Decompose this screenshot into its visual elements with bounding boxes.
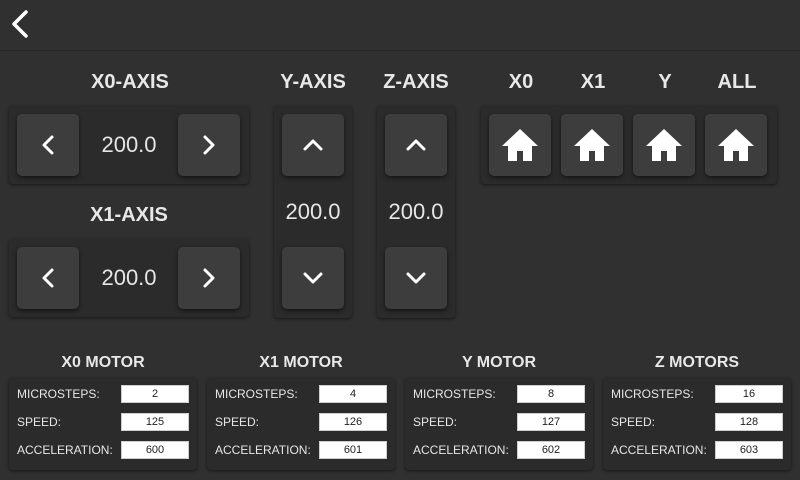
microsteps-label: MICROSTEPS: — [611, 387, 694, 401]
back-button[interactable] — [4, 6, 36, 42]
x1-axis-value: 200.0 — [101, 265, 157, 290]
z-motors-panel: MICROSTEPS: SPEED: ACCELERATION: — [603, 378, 791, 470]
chevron-up-icon — [303, 139, 323, 151]
z-motors-title: Z MOTORS — [654, 354, 740, 371]
x0-microsteps-input[interactable] — [121, 385, 189, 403]
x1-decrease-button[interactable] — [17, 247, 79, 309]
x0-decrease-button[interactable] — [17, 114, 79, 176]
chevron-left-icon — [12, 10, 28, 38]
chevron-down-icon — [406, 272, 426, 284]
x0-speed-input[interactable] — [121, 413, 189, 431]
home-all-button[interactable] — [705, 114, 767, 176]
microsteps-label: MICROSTEPS: — [413, 387, 496, 401]
speed-label: SPEED: — [413, 415, 458, 429]
y-down-button[interactable] — [282, 247, 344, 309]
x1-increase-button[interactable] — [178, 247, 240, 309]
home-x1-label: X1 — [580, 71, 606, 93]
home-icon — [574, 129, 610, 161]
z-axis-value: 200.0 — [388, 199, 444, 224]
x0-axis-panel: 200.0 — [9, 106, 249, 184]
home-icon — [502, 129, 538, 161]
x0-motor-title: X0 MOTOR — [61, 354, 145, 371]
home-icon — [646, 129, 682, 161]
x0-acceleration-input[interactable] — [121, 441, 189, 459]
home-x0-button[interactable] — [489, 114, 551, 176]
chevron-down-icon — [303, 272, 323, 284]
x0-axis-title: X0-AXIS — [91, 71, 169, 93]
z-axis-panel: 200.0 — [377, 106, 455, 318]
x0-acceleration-row: ACCELERATION: — [9, 440, 197, 462]
acceleration-label: ACCELERATION: — [215, 443, 311, 457]
z-microsteps-input[interactable] — [715, 385, 783, 403]
x0-microsteps-row: MICROSTEPS: — [9, 384, 197, 406]
y-acceleration-row: ACCELERATION: — [405, 440, 593, 462]
home-panel — [481, 106, 777, 184]
speed-label: SPEED: — [611, 415, 656, 429]
x0-axis-value: 200.0 — [101, 132, 157, 157]
acceleration-label: ACCELERATION: — [611, 443, 707, 457]
y-axis-title: Y-AXIS — [280, 71, 346, 93]
y-axis-panel: 200.0 — [274, 106, 352, 318]
y-speed-input[interactable] — [517, 413, 585, 431]
z-microsteps-row: MICROSTEPS: — [603, 384, 791, 406]
x1-speed-row: SPEED: — [207, 412, 395, 434]
x1-speed-input[interactable] — [319, 413, 387, 431]
microsteps-label: MICROSTEPS: — [17, 387, 100, 401]
y-microsteps-row: MICROSTEPS: — [405, 384, 593, 406]
x1-microsteps-row: MICROSTEPS: — [207, 384, 395, 406]
x1-axis-panel: 200.0 — [9, 239, 249, 317]
home-all-label: ALL — [717, 71, 757, 93]
x0-motor-panel: MICROSTEPS: SPEED: ACCELERATION: — [9, 378, 197, 470]
chevron-right-icon — [203, 135, 215, 155]
top-bar — [0, 0, 800, 51]
home-y-button[interactable] — [633, 114, 695, 176]
z-axis-title: Z-AXIS — [383, 71, 449, 93]
home-icon — [718, 129, 754, 161]
home-x1-button[interactable] — [561, 114, 623, 176]
y-acceleration-input[interactable] — [517, 441, 585, 459]
chevron-left-icon — [42, 268, 54, 288]
microsteps-label: MICROSTEPS: — [215, 387, 298, 401]
home-x0-label: X0 — [508, 71, 534, 93]
y-speed-row: SPEED: — [405, 412, 593, 434]
y-up-button[interactable] — [282, 114, 344, 176]
speed-label: SPEED: — [17, 415, 62, 429]
acceleration-label: ACCELERATION: — [17, 443, 113, 457]
chevron-up-icon — [406, 139, 426, 151]
chevron-left-icon — [42, 135, 54, 155]
y-motor-panel: MICROSTEPS: SPEED: ACCELERATION: — [405, 378, 593, 470]
acceleration-label: ACCELERATION: — [413, 443, 509, 457]
z-speed-input[interactable] — [715, 413, 783, 431]
x1-motor-panel: MICROSTEPS: SPEED: ACCELERATION: — [207, 378, 395, 470]
home-y-label: Y — [658, 71, 672, 93]
x1-axis-title: X1-AXIS — [90, 204, 168, 226]
y-axis-value: 200.0 — [285, 199, 341, 224]
speed-label: SPEED: — [215, 415, 260, 429]
z-up-button[interactable] — [385, 114, 447, 176]
y-microsteps-input[interactable] — [517, 385, 585, 403]
x1-microsteps-input[interactable] — [319, 385, 387, 403]
z-down-button[interactable] — [385, 247, 447, 309]
x1-motor-title: X1 MOTOR — [259, 354, 343, 371]
x1-acceleration-row: ACCELERATION: — [207, 440, 395, 462]
z-acceleration-row: ACCELERATION: — [603, 440, 791, 462]
x0-increase-button[interactable] — [178, 114, 240, 176]
chevron-right-icon — [203, 268, 215, 288]
z-acceleration-input[interactable] — [715, 441, 783, 459]
y-motor-title: Y MOTOR — [461, 354, 537, 371]
x0-speed-row: SPEED: — [9, 412, 197, 434]
x1-acceleration-input[interactable] — [319, 441, 387, 459]
z-speed-row: SPEED: — [603, 412, 791, 434]
